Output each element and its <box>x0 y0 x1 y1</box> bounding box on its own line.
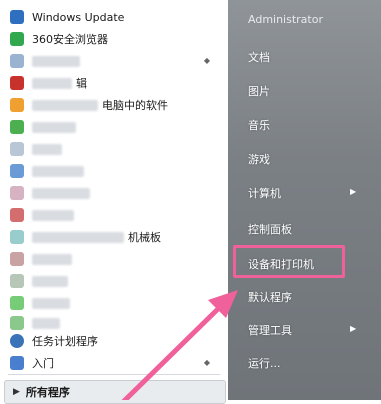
app-icon <box>10 208 24 222</box>
program-label: 辑 <box>76 77 87 90</box>
program-item-getting-started[interactable]: 入门 ◆ <box>0 352 228 374</box>
program-item-9[interactable] <box>0 182 228 204</box>
blurred-label <box>32 121 76 133</box>
program-item-7[interactable] <box>0 138 228 160</box>
getting-started-icon <box>10 356 24 370</box>
blurred-label <box>32 209 74 221</box>
app-icon <box>10 230 24 244</box>
program-item-browser[interactable]: 360安全浏览器 <box>0 28 228 50</box>
clock-icon <box>10 334 24 348</box>
highlight-box <box>233 245 345 278</box>
chevron-right-icon: ◆ <box>203 358 210 367</box>
program-label: 360安全浏览器 <box>32 33 108 46</box>
divider <box>8 374 220 375</box>
blurred-label <box>32 99 98 111</box>
app-icon <box>10 76 24 90</box>
user-name[interactable]: Administrator <box>248 13 323 26</box>
program-label: Windows Update <box>32 10 125 24</box>
program-label: 机械板 <box>128 231 161 244</box>
app-icon <box>10 142 24 156</box>
browser-icon <box>10 32 24 46</box>
program-item-12[interactable] <box>0 248 228 270</box>
blurred-label <box>32 317 60 329</box>
blurred-label <box>32 275 68 287</box>
all-programs-button[interactable]: ▶ 所有程序 <box>4 380 226 404</box>
blurred-label <box>32 165 84 177</box>
menu-item-admin-tools[interactable]: 管理工具 <box>248 322 292 338</box>
program-item-11[interactable]: 机械板 <box>0 226 228 248</box>
program-item-3[interactable]: ◆ <box>0 50 228 72</box>
app-icon <box>10 274 24 288</box>
program-item-task-scheduler[interactable]: 任务计划程序 <box>0 330 228 352</box>
menu-item-pictures[interactable]: 图片 <box>248 83 270 99</box>
menu-item-music[interactable]: 音乐 <box>248 117 270 133</box>
menu-item-control-panel[interactable]: 控制面板 <box>248 221 292 237</box>
app-icon <box>10 164 24 178</box>
blurred-label <box>32 55 80 67</box>
program-item-8[interactable] <box>0 160 228 182</box>
program-label: 任务计划程序 <box>32 335 98 348</box>
blurred-label <box>32 77 72 89</box>
blurred-label <box>32 187 90 199</box>
program-label: 入门 <box>32 357 54 370</box>
app-icon <box>10 54 24 68</box>
app-icon <box>10 186 24 200</box>
blurred-label <box>32 143 62 155</box>
menu-item-run[interactable]: 运行... <box>248 355 281 371</box>
blurred-label <box>32 297 70 309</box>
app-icon <box>10 120 24 134</box>
program-item-4[interactable]: 辑 <box>0 72 228 94</box>
chevron-right-icon: ▶ <box>350 324 357 333</box>
app-icon <box>10 296 24 310</box>
program-item-5[interactable]: 电脑中的软件 <box>0 94 228 116</box>
menu-item-games[interactable]: 游戏 <box>248 151 270 167</box>
program-label: 电脑中的软件 <box>102 99 168 112</box>
windows-update-icon <box>10 10 24 24</box>
triangle-right-icon: ▶ <box>13 387 20 397</box>
menu-item-computer[interactable]: 计算机 <box>248 185 281 201</box>
program-item-6[interactable] <box>0 116 228 138</box>
app-icon <box>10 252 24 266</box>
program-item-13[interactable] <box>0 270 228 292</box>
chevron-right-icon: ▶ <box>350 187 357 196</box>
menu-item-documents[interactable]: 文档 <box>248 49 270 65</box>
program-item-14[interactable] <box>0 292 228 314</box>
blurred-label <box>32 253 72 265</box>
blurred-label <box>32 231 124 243</box>
program-item-10[interactable] <box>0 204 228 226</box>
program-item-windows-update[interactable]: Windows Update <box>0 6 228 28</box>
all-programs-label: 所有程序 <box>25 386 70 399</box>
chevron-right-icon: ◆ <box>203 56 210 65</box>
menu-item-default-programs[interactable]: 默认程序 <box>248 289 292 305</box>
app-icon <box>10 316 24 330</box>
app-icon <box>10 98 24 112</box>
